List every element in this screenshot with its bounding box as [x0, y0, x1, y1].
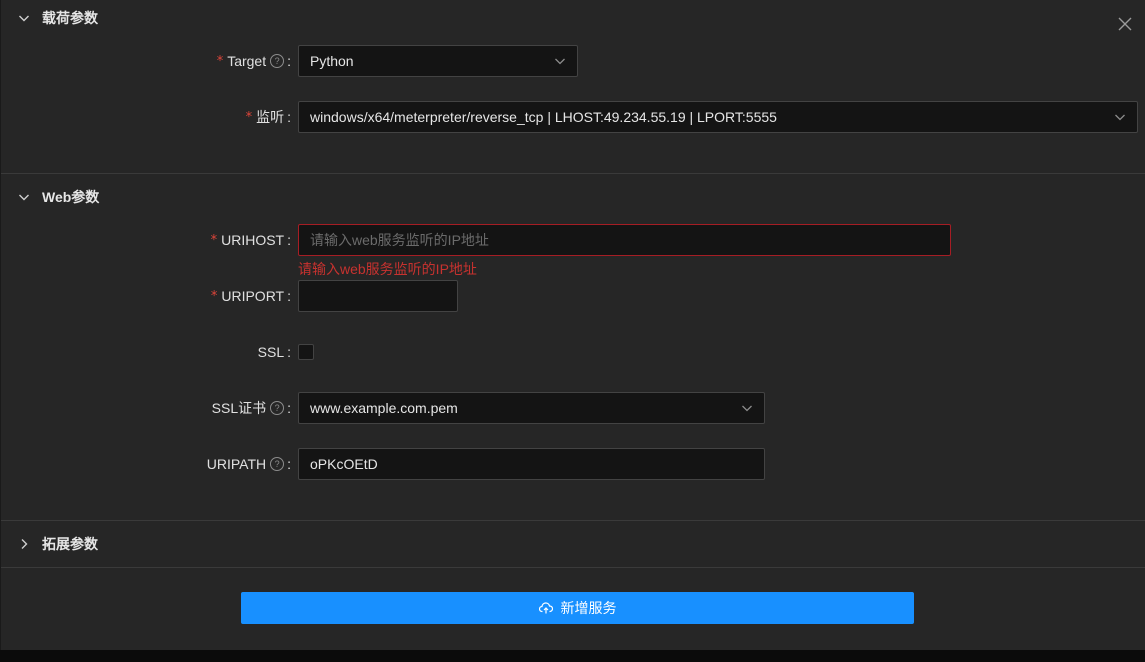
urihost-label-text: URIHOST: [221, 232, 285, 248]
listener-select-value: windows/x64/meterpreter/reverse_tcp | LH…: [310, 109, 777, 125]
ssl-cert-value: www.example.com.pem: [310, 400, 458, 416]
panel-divider: [1, 567, 1145, 568]
form-row-uripath: URIPATH ? : oPKcOEtD: [1, 448, 1145, 480]
required-mark: *: [210, 288, 218, 304]
required-mark: *: [245, 109, 253, 125]
ssl-checkbox[interactable]: [298, 344, 314, 360]
question-circle-icon[interactable]: ?: [270, 54, 285, 68]
colon: :: [287, 400, 291, 416]
listener-label: * 监听 :: [246, 101, 291, 133]
colon: :: [287, 109, 291, 125]
form-row-listener: * 监听 : windows/x64/meterpreter/reverse_t…: [1, 101, 1145, 133]
urihost-placeholder: 请输入web服务监听的IP地址: [310, 232, 489, 248]
colon: :: [287, 53, 291, 69]
cloud-upload-icon: [538, 601, 553, 615]
required-mark: *: [216, 53, 224, 69]
panel-divider: [1, 173, 1145, 174]
urihost-error-message: 请输入web服务监听的IP地址: [298, 261, 477, 277]
service-modal: 载荷参数 * Target ? : Python * 监听 : windows/…: [0, 0, 1145, 650]
ssl-cert-select[interactable]: www.example.com.pem: [298, 392, 765, 424]
colon: :: [287, 232, 291, 248]
uripath-input[interactable]: oPKcOEtD: [298, 448, 765, 480]
form-row-ssl-cert: SSL证书 ? : www.example.com.pem: [1, 392, 1145, 424]
target-label: * Target ? :: [217, 45, 291, 77]
form-row-target: * Target ? : Python: [1, 45, 1145, 77]
panel-header-extended[interactable]: 拓展参数: [1, 533, 1145, 555]
form-row-ssl: SSL :: [1, 336, 1145, 368]
question-circle-icon[interactable]: ?: [270, 457, 285, 471]
ssl-label: SSL :: [258, 336, 291, 368]
chevron-down-icon: [18, 12, 30, 24]
panel-header-web[interactable]: Web参数: [1, 186, 1145, 208]
urihost-input[interactable]: 请输入web服务监听的IP地址: [298, 224, 951, 256]
colon: :: [287, 288, 291, 304]
urihost-label: * URIHOST :: [211, 224, 291, 256]
uripath-label: URIPATH ? :: [207, 448, 291, 480]
add-service-label: 新增服务: [560, 600, 617, 616]
target-select-value: Python: [310, 53, 354, 69]
uripath-label-text: URIPATH: [206, 456, 267, 472]
panel-title-extended: 拓展参数: [42, 536, 98, 552]
chevron-down-icon: [554, 55, 566, 67]
ssl-cert-label-text: SSL证书: [211, 400, 267, 416]
panel-divider: [1, 520, 1145, 521]
listener-select[interactable]: windows/x64/meterpreter/reverse_tcp | LH…: [298, 101, 1138, 133]
ssl-label-text: SSL: [257, 344, 285, 360]
uriport-input[interactable]: [298, 280, 458, 312]
colon: :: [287, 456, 291, 472]
form-row-uriport: * URIPORT :: [1, 280, 1145, 312]
chevron-down-icon: [741, 402, 753, 414]
colon: :: [287, 344, 291, 360]
target-select[interactable]: Python: [298, 45, 578, 77]
chevron-down-icon: [18, 191, 30, 203]
uriport-label: * URIPORT :: [211, 280, 291, 312]
listener-label-text: 监听: [256, 109, 285, 125]
chevron-right-icon: [18, 538, 30, 550]
add-service-button[interactable]: 新增服务: [241, 592, 914, 624]
target-label-text: Target: [227, 53, 267, 69]
panel-title-web: Web参数: [42, 189, 100, 205]
panel-title-payload: 载荷参数: [42, 10, 98, 26]
required-mark: *: [210, 232, 218, 248]
uriport-label-text: URIPORT: [221, 288, 285, 304]
ssl-cert-label: SSL证书 ? :: [212, 392, 291, 424]
panel-header-payload[interactable]: 载荷参数: [1, 7, 1145, 29]
question-circle-icon[interactable]: ?: [270, 401, 285, 415]
chevron-down-icon: [1114, 111, 1126, 123]
uripath-value: oPKcOEtD: [310, 456, 378, 472]
form-row-urihost: * URIHOST : 请输入web服务监听的IP地址: [1, 224, 1145, 256]
